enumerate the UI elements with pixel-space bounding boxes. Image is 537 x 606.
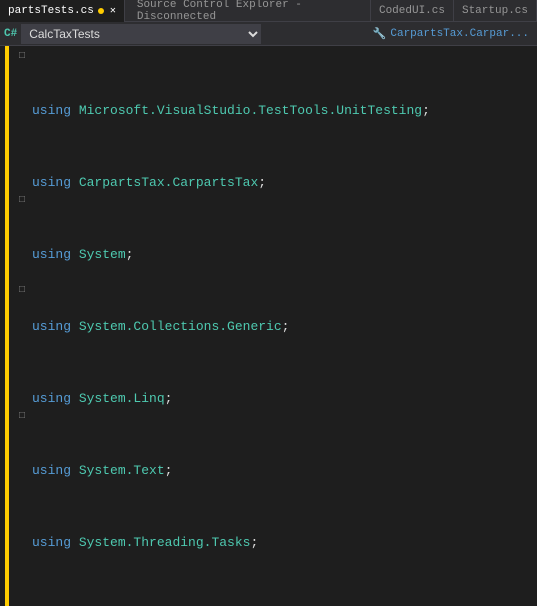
tab-close-icon[interactable]: ✕ — [110, 5, 116, 17]
collapse-21[interactable]: □ — [14, 408, 30, 426]
collapse-16 — [14, 318, 30, 336]
code-line-7: using System.Threading.Tasks; — [30, 534, 537, 552]
tab-startup-label: Startup.cs — [462, 5, 528, 17]
collapse-24 — [14, 462, 30, 480]
tab-codedui[interactable]: CodedUI.cs — [371, 0, 454, 22]
tab-label: partsTests.cs — [8, 5, 94, 17]
collapse-23 — [14, 444, 30, 462]
code-line-1: using Microsoft.VisualStudio.TestTools.U… — [30, 102, 537, 120]
carparts-icon: 🔧 — [373, 27, 387, 41]
collapse-13 — [14, 264, 30, 282]
tab-source-label: Source Control Explorer - Disconnected — [137, 0, 358, 23]
code-content: using Microsoft.VisualStudio.TestTools.U… — [30, 46, 537, 606]
modified-indicator — [98, 8, 104, 14]
tab-codedui-label: CodedUI.cs — [379, 5, 445, 17]
collapse-3 — [14, 84, 30, 102]
collapse-25 — [14, 480, 30, 498]
collapse-8 — [14, 174, 30, 192]
collapse-7 — [14, 156, 30, 174]
code-line-5: using System.Linq; — [30, 390, 537, 408]
collapse-10 — [14, 210, 30, 228]
yellow-bar — [5, 46, 9, 606]
breadcrumb-right: 🔧 CarpartsTax.Carpar... — [373, 27, 533, 41]
collapse-4 — [14, 102, 30, 120]
gutter — [0, 46, 14, 606]
collapse-26 — [14, 498, 30, 516]
breadcrumb-select-left[interactable]: CalcTaxTests — [21, 24, 261, 44]
collapse-12 — [14, 246, 30, 264]
collapse-6 — [14, 138, 30, 156]
collapse-22 — [14, 426, 30, 444]
collapse-20 — [14, 390, 30, 408]
file-type-icon: C# — [4, 28, 17, 40]
breadcrumb-bar: C# CalcTaxTests 🔧 CarpartsTax.Carpar... — [0, 22, 537, 46]
tab-startup[interactable]: Startup.cs — [454, 0, 537, 22]
tab-bar: partsTests.cs ✕ Source Control Explorer … — [0, 0, 537, 22]
breadcrumb-right-label: CarpartsTax.Carpar... — [390, 28, 529, 40]
code-line-2: using CarpartsTax.CarpartsTax; — [30, 174, 537, 192]
code-line-3: using System; — [30, 246, 537, 264]
collapse-9[interactable]: □ — [14, 192, 30, 210]
tab-partsTests[interactable]: partsTests.cs ✕ — [0, 0, 125, 22]
collapse-18 — [14, 354, 30, 372]
collapse-19 — [14, 372, 30, 390]
collapse-11 — [14, 228, 30, 246]
collapse-17 — [14, 336, 30, 354]
collapse-column: □ □ □ □ — [14, 46, 30, 606]
collapse-5 — [14, 120, 30, 138]
tab-source-control[interactable]: Source Control Explorer - Disconnected — [125, 0, 371, 22]
collapse-2 — [14, 66, 30, 84]
code-area: □ □ □ □ using Microsoft.VisualStudio.Tes… — [0, 46, 537, 606]
collapse-15 — [14, 300, 30, 318]
collapse-14[interactable]: □ — [14, 282, 30, 300]
code-line-6: using System.Text; — [30, 462, 537, 480]
collapse-1[interactable]: □ — [14, 48, 30, 66]
code-line-4: using System.Collections.Generic; — [30, 318, 537, 336]
